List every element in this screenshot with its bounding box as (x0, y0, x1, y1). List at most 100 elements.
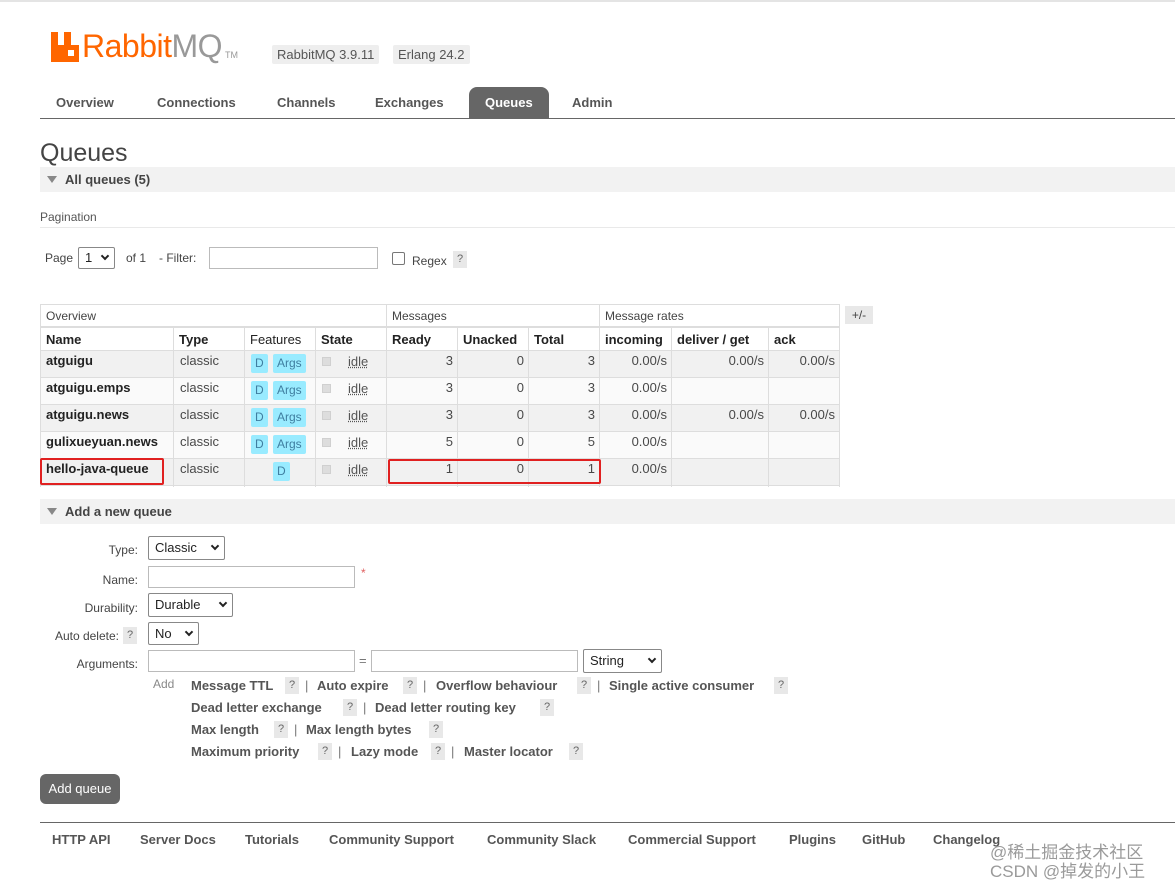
argument-value-input[interactable] (371, 650, 578, 672)
durability-select-value: Durable (155, 597, 201, 612)
auto-delete-select[interactable]: No (148, 622, 199, 645)
regex-help-button[interactable]: ? (453, 251, 467, 268)
argument-type-select[interactable]: String (583, 649, 662, 673)
ready-count: 3 (445, 407, 453, 422)
argument-type-select-value: String (590, 653, 624, 668)
rabbitmq-logo[interactable]: RabbitMQ TM (51, 28, 238, 62)
regex-checkbox[interactable] (392, 252, 405, 265)
collapse-triangle-icon (47, 176, 57, 183)
page-label: Page (45, 251, 74, 265)
argument-key-input[interactable] (148, 650, 355, 672)
arg-option-max-length-bytes[interactable]: Max length bytes (306, 722, 411, 737)
total-count: 3 (587, 353, 595, 368)
feature-args-badge: Args (273, 354, 306, 373)
footer-link-tutorials[interactable]: Tutorials (245, 832, 299, 847)
tab-exchanges[interactable]: Exchanges (359, 87, 460, 118)
unacked-count: 0 (516, 434, 524, 449)
separator: | (363, 700, 367, 715)
total-count: 5 (587, 434, 595, 449)
ready-count: 3 (445, 380, 453, 395)
arg-option-maximum-priority[interactable]: Maximum priority (191, 744, 299, 759)
tab-channels[interactable]: Channels (261, 87, 352, 118)
column-divider (768, 327, 769, 487)
footer-link-github[interactable]: GitHub (862, 832, 905, 847)
help-button[interactable]: ? (577, 677, 591, 694)
state-indicator (322, 384, 331, 393)
help-button[interactable]: ? (285, 677, 299, 694)
tab-queues[interactable]: Queues (469, 87, 549, 118)
col-header-state[interactable]: State (315, 327, 387, 351)
feature-durable-badge: D (251, 381, 268, 400)
queue-state: idle (348, 462, 369, 477)
help-button[interactable]: ? (403, 677, 417, 694)
group-header-message-rates: Message rates (599, 304, 840, 327)
help-button[interactable]: ? (774, 677, 788, 694)
page-title: Queues (40, 139, 128, 167)
auto-delete-help-button[interactable]: ? (123, 627, 137, 644)
add-arguments-label: Add (153, 677, 175, 691)
regex-label: Regex (412, 254, 447, 268)
tab-admin[interactable]: Admin (556, 87, 628, 118)
page-select[interactable]: 1 (78, 247, 115, 269)
filter-label: - Filter: (159, 251, 197, 265)
highlight-message-counts (388, 459, 601, 484)
name-label: Name: (102, 573, 138, 587)
arg-option-message-ttl[interactable]: Message TTL (191, 678, 273, 693)
tab-overview[interactable]: Overview (40, 87, 130, 118)
rabbitmq-logo-icon (51, 32, 79, 62)
column-divider (671, 327, 672, 487)
arg-option-lazy-mode[interactable]: Lazy mode (351, 744, 418, 759)
add-queue-button[interactable]: Add queue (40, 774, 120, 804)
arg-option-dead-letter-exchange[interactable]: Dead letter exchange (191, 700, 322, 715)
queue-type: classic (180, 461, 220, 476)
help-button[interactable]: ? (318, 743, 332, 760)
arg-option-dead-letter-routing-key[interactable]: Dead letter routing key (375, 700, 516, 715)
incoming-rate: 0.00/s (631, 461, 667, 476)
type-label: Type: (108, 543, 138, 557)
queue-name-link[interactable]: atguigu.news (46, 402, 171, 428)
group-header-overview: Overview (40, 304, 387, 327)
help-button[interactable]: ? (343, 699, 357, 716)
footer-link-plugins[interactable]: Plugins (789, 832, 836, 847)
help-button[interactable]: ? (540, 699, 554, 716)
footer-link-http-api[interactable]: HTTP API (52, 832, 111, 847)
help-button[interactable]: ? (429, 721, 443, 738)
unacked-count: 0 (516, 407, 524, 422)
tab-connections[interactable]: Connections (141, 87, 252, 118)
footer-link-community-support[interactable]: Community Support (329, 832, 454, 847)
all-queues-toggle[interactable]: All queues (5) (40, 167, 1175, 192)
arg-option-master-locator[interactable]: Master locator (464, 744, 553, 759)
queue-type-select[interactable]: Classic (148, 536, 225, 560)
queue-name-link[interactable]: atguigu.emps (46, 375, 171, 401)
durability-select[interactable]: Durable (148, 593, 233, 617)
main-nav-tabs: Overview Connections Channels Exchanges … (40, 87, 1175, 119)
arg-option-single-active-consumer[interactable]: Single active consumer (609, 678, 754, 693)
state-indicator (322, 438, 331, 447)
feature-durable-badge: D (251, 354, 268, 373)
queue-name-link[interactable]: atguigu (46, 348, 171, 374)
ack-rate: 0.00/s (799, 407, 835, 422)
arg-option-auto-expire[interactable]: Auto expire (317, 678, 389, 693)
arg-option-max-length[interactable]: Max length (191, 722, 259, 737)
queue-name-input[interactable] (148, 566, 355, 588)
toggle-columns-button[interactable]: +/- (845, 306, 873, 324)
footer-link-server-docs[interactable]: Server Docs (140, 832, 216, 847)
total-count: 3 (587, 380, 595, 395)
feature-args-badge: Args (273, 381, 306, 400)
durability-label: Durability: (84, 601, 138, 615)
add-queue-toggle[interactable]: Add a new queue (40, 499, 1175, 524)
top-border (0, 0, 1175, 2)
queue-type: classic (180, 434, 220, 449)
filter-input[interactable] (209, 247, 378, 269)
queue-name-link[interactable]: gulixueyuan.news (46, 429, 171, 455)
incoming-rate: 0.00/s (631, 407, 667, 422)
footer-link-commercial-support[interactable]: Commercial Support (628, 832, 756, 847)
arg-option-overflow-behaviour[interactable]: Overflow behaviour (436, 678, 557, 693)
help-button[interactable]: ? (569, 743, 583, 760)
chevron-down-icon (100, 251, 110, 261)
ready-count: 3 (445, 353, 453, 368)
csdn-watermark: CSDN @掉发的小王 (990, 862, 1146, 881)
help-button[interactable]: ? (431, 743, 445, 760)
help-button[interactable]: ? (274, 721, 288, 738)
footer-link-community-slack[interactable]: Community Slack (487, 832, 596, 847)
